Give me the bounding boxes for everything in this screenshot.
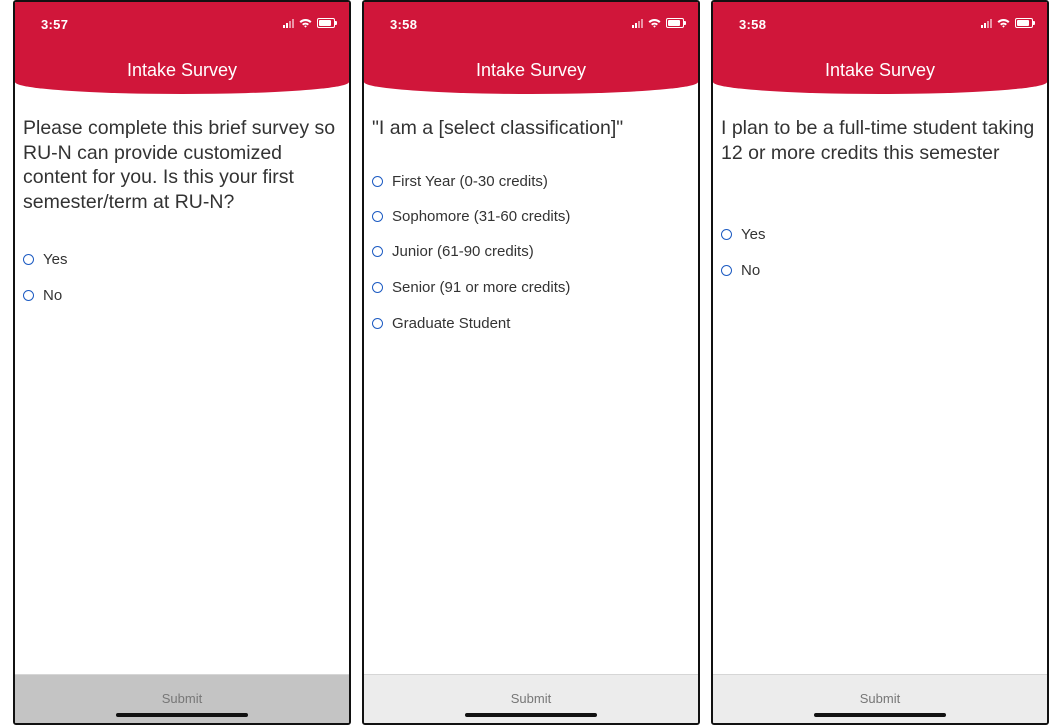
radio-button[interactable]: [372, 318, 383, 329]
phone-screen-3: 3:58 Intake Survey I plan to be a full-t…: [711, 0, 1049, 725]
wifi-icon: [299, 19, 312, 28]
radio-button[interactable]: [372, 211, 383, 222]
option-no[interactable]: No: [23, 287, 62, 304]
option-no[interactable]: No: [721, 262, 760, 279]
submit-button[interactable]: Submit: [15, 691, 349, 706]
submit-button[interactable]: Submit: [713, 691, 1047, 706]
option-graduate[interactable]: Graduate Student: [372, 315, 510, 332]
radio-button[interactable]: [372, 176, 383, 187]
submit-button[interactable]: Submit: [364, 691, 698, 706]
status-time: 3:58: [739, 17, 767, 32]
app-header: 3:57 Intake Survey: [15, 2, 349, 94]
page-title: Intake Survey: [824, 60, 936, 80]
radio-button[interactable]: [372, 282, 383, 293]
battery-icon: [1015, 18, 1035, 28]
option-label: Senior (91 or more credits): [392, 279, 571, 296]
radio-button[interactable]: [721, 265, 732, 276]
status-icons: [981, 16, 1035, 30]
option-yes[interactable]: Yes: [23, 251, 67, 268]
app-header: 3:58 Intake Survey: [364, 2, 698, 94]
radio-button[interactable]: [23, 290, 34, 301]
radio-button[interactable]: [372, 246, 383, 257]
signal-icon: [283, 18, 294, 28]
signal-icon: [981, 18, 992, 28]
app-header: 3:58 Intake Survey: [713, 2, 1047, 94]
option-label: No: [741, 262, 761, 279]
phone-screen-1: 3:57 Intake Survey Please complete this …: [13, 0, 351, 725]
phone-screen-2: 3:58 Intake Survey "I am a [select class…: [362, 0, 700, 725]
wifi-icon: [648, 19, 661, 28]
option-label: Yes: [43, 251, 68, 268]
submit-bar: Submit: [15, 674, 349, 723]
submit-bar: Submit: [713, 674, 1047, 723]
wifi-icon: [997, 19, 1010, 28]
home-indicator: [814, 713, 946, 717]
option-senior[interactable]: Senior (91 or more credits): [372, 279, 570, 296]
home-indicator: [465, 713, 597, 717]
option-label: Sophomore (31-60 credits): [392, 208, 571, 225]
option-label: Junior (61-90 credits): [392, 243, 534, 260]
page-title: Intake Survey: [475, 60, 587, 80]
option-label: Yes: [741, 226, 766, 243]
status-icons: [283, 16, 337, 30]
option-first-year[interactable]: First Year (0-30 credits): [372, 173, 548, 190]
submit-bar: Submit: [364, 674, 698, 723]
option-junior[interactable]: Junior (61-90 credits): [372, 243, 534, 260]
home-indicator: [116, 713, 248, 717]
option-yes[interactable]: Yes: [721, 226, 765, 243]
radio-button[interactable]: [721, 229, 732, 240]
status-icons: [632, 16, 686, 30]
survey-question: I plan to be a full-time student taking …: [721, 117, 1035, 164]
battery-icon: [317, 18, 337, 28]
radio-button[interactable]: [23, 254, 34, 265]
status-time: 3:58: [390, 17, 418, 32]
option-label: No: [43, 287, 63, 304]
option-label: First Year (0-30 credits): [392, 173, 548, 190]
battery-icon: [666, 18, 686, 28]
status-time: 3:57: [41, 17, 69, 32]
survey-question: Please complete this brief survey so RU-…: [23, 117, 336, 213]
option-label: Graduate Student: [392, 315, 511, 332]
page-title: Intake Survey: [126, 60, 238, 80]
signal-icon: [632, 18, 643, 28]
survey-question: "I am a [select classification]": [372, 117, 624, 139]
option-sophomore[interactable]: Sophomore (31-60 credits): [372, 208, 570, 225]
